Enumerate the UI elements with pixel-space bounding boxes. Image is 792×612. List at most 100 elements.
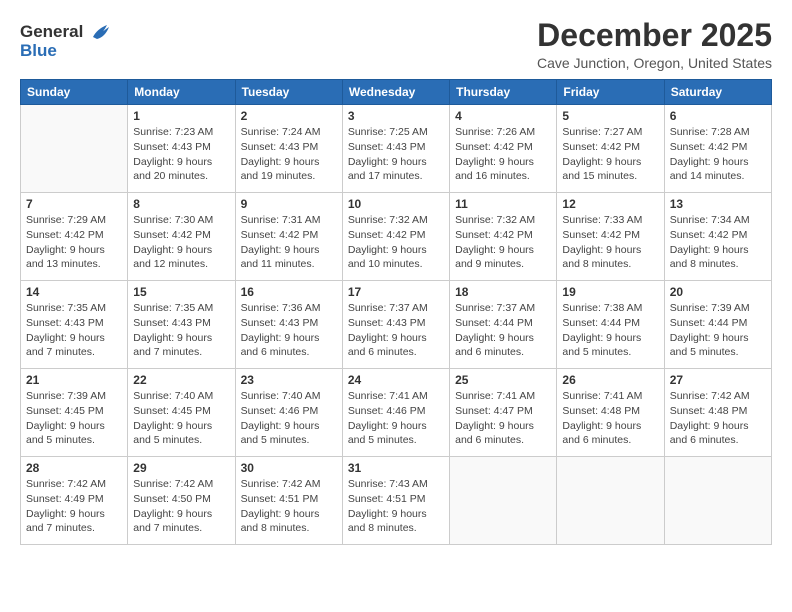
calendar-day-cell: 28 Sunrise: 7:42 AM Sunset: 4:49 PM Dayli… (21, 457, 128, 545)
day-number: 28 (26, 461, 122, 475)
day-info: Sunrise: 7:42 AM Sunset: 4:49 PM Dayligh… (26, 477, 122, 536)
calendar-day-cell: 29 Sunrise: 7:42 AM Sunset: 4:50 PM Dayli… (128, 457, 235, 545)
day-info: Sunrise: 7:26 AM Sunset: 4:42 PM Dayligh… (455, 125, 551, 184)
day-number: 1 (133, 109, 229, 123)
calendar-day-cell: 18Sunrise: 7:37 AM Sunset: 4:44 PM Dayli… (450, 281, 557, 369)
day-number: 19 (562, 285, 658, 299)
page-subtitle: Cave Junction, Oregon, United States (537, 55, 772, 71)
page-container: General Blue December 2025 Cave Junction… (0, 0, 792, 555)
day-number: 31 (348, 461, 444, 475)
day-info: Sunrise: 7:39 AM Sunset: 4:44 PM Dayligh… (670, 301, 766, 360)
calendar-week-row: 14 Sunrise: 7:35 AM Sunset: 4:43 PM Dayli… (21, 281, 772, 369)
calendar-day-cell: 31 Sunrise: 7:43 AM Sunset: 4:51 PM Dayli… (342, 457, 449, 545)
calendar-day-cell: 1 Sunrise: 7:23 AM Sunset: 4:43 PM Daylig… (128, 105, 235, 193)
calendar-day-cell (21, 105, 128, 193)
calendar-day-cell: 23 Sunrise: 7:40 AM Sunset: 4:46 PM Dayli… (235, 369, 342, 457)
day-number: 5 (562, 109, 658, 123)
calendar-day-cell: 13 Sunrise: 7:34 AM Sunset: 4:42 PM Dayli… (664, 193, 771, 281)
day-of-week-header: Friday (557, 80, 664, 105)
calendar-week-row: 1 Sunrise: 7:23 AM Sunset: 4:43 PM Daylig… (21, 105, 772, 193)
header: General Blue December 2025 Cave Junction… (20, 18, 772, 71)
day-info: Sunrise: 7:43 AM Sunset: 4:51 PM Dayligh… (348, 477, 444, 536)
calendar-day-cell: 25Sunrise: 7:41 AM Sunset: 4:47 PM Dayli… (450, 369, 557, 457)
day-number: 8 (133, 197, 229, 211)
calendar-day-cell: 5 Sunrise: 7:27 AM Sunset: 4:42 PM Daylig… (557, 105, 664, 193)
calendar-header: SundayMondayTuesdayWednesdayThursdayFrid… (21, 80, 772, 105)
calendar-day-cell: 3Sunrise: 7:25 AM Sunset: 4:43 PM Daylig… (342, 105, 449, 193)
calendar-day-cell: 22 Sunrise: 7:40 AM Sunset: 4:45 PM Dayli… (128, 369, 235, 457)
title-block: December 2025 Cave Junction, Oregon, Uni… (537, 18, 772, 71)
day-number: 17 (348, 285, 444, 299)
day-info: Sunrise: 7:40 AM Sunset: 4:46 PM Dayligh… (241, 389, 337, 448)
day-info: Sunrise: 7:31 AM Sunset: 4:42 PM Dayligh… (241, 213, 337, 272)
day-of-week-header: Saturday (664, 80, 771, 105)
day-info: Sunrise: 7:39 AM Sunset: 4:45 PM Dayligh… (26, 389, 122, 448)
day-number: 23 (241, 373, 337, 387)
day-info: Sunrise: 7:37 AM Sunset: 4:44 PM Dayligh… (455, 301, 551, 360)
day-info: Sunrise: 7:28 AM Sunset: 4:42 PM Dayligh… (670, 125, 766, 184)
day-number: 29 (133, 461, 229, 475)
calendar-table: SundayMondayTuesdayWednesdayThursdayFrid… (20, 79, 772, 545)
day-of-week-header: Tuesday (235, 80, 342, 105)
calendar-day-cell: 4 Sunrise: 7:26 AM Sunset: 4:42 PM Daylig… (450, 105, 557, 193)
calendar-day-cell: 24 Sunrise: 7:41 AM Sunset: 4:46 PM Dayli… (342, 369, 449, 457)
day-info: Sunrise: 7:41 AM Sunset: 4:48 PM Dayligh… (562, 389, 658, 448)
day-number: 4 (455, 109, 551, 123)
calendar-day-cell: 16 Sunrise: 7:36 AM Sunset: 4:43 PM Dayli… (235, 281, 342, 369)
day-info: Sunrise: 7:40 AM Sunset: 4:45 PM Dayligh… (133, 389, 229, 448)
calendar-day-cell: 20 Sunrise: 7:39 AM Sunset: 4:44 PM Dayli… (664, 281, 771, 369)
day-info: Sunrise: 7:36 AM Sunset: 4:43 PM Dayligh… (241, 301, 337, 360)
day-info: Sunrise: 7:32 AM Sunset: 4:42 PM Dayligh… (348, 213, 444, 272)
day-number: 9 (241, 197, 337, 211)
logo-text: General (20, 22, 112, 43)
calendar-day-cell (450, 457, 557, 545)
calendar-day-cell: 21 Sunrise: 7:39 AM Sunset: 4:45 PM Dayli… (21, 369, 128, 457)
logo: General Blue (20, 22, 112, 60)
calendar-day-cell: 11 Sunrise: 7:32 AM Sunset: 4:42 PM Dayli… (450, 193, 557, 281)
calendar-day-cell: 27Sunrise: 7:42 AM Sunset: 4:48 PM Dayli… (664, 369, 771, 457)
day-number: 20 (670, 285, 766, 299)
day-info: Sunrise: 7:41 AM Sunset: 4:46 PM Dayligh… (348, 389, 444, 448)
calendar-day-cell: 7 Sunrise: 7:29 AM Sunset: 4:42 PM Daylig… (21, 193, 128, 281)
page-title: December 2025 (537, 18, 772, 53)
day-number: 16 (241, 285, 337, 299)
calendar-day-cell: 2Sunrise: 7:24 AM Sunset: 4:43 PM Daylig… (235, 105, 342, 193)
day-info: Sunrise: 7:29 AM Sunset: 4:42 PM Dayligh… (26, 213, 122, 272)
day-of-week-header: Wednesday (342, 80, 449, 105)
calendar-day-cell (557, 457, 664, 545)
calendar-week-row: 28 Sunrise: 7:42 AM Sunset: 4:49 PM Dayli… (21, 457, 772, 545)
day-info: Sunrise: 7:32 AM Sunset: 4:42 PM Dayligh… (455, 213, 551, 272)
day-info: Sunrise: 7:35 AM Sunset: 4:43 PM Dayligh… (133, 301, 229, 360)
calendar-day-cell (664, 457, 771, 545)
day-number: 13 (670, 197, 766, 211)
day-of-week-header: Monday (128, 80, 235, 105)
day-info: Sunrise: 7:42 AM Sunset: 4:51 PM Dayligh… (241, 477, 337, 536)
day-info: Sunrise: 7:38 AM Sunset: 4:44 PM Dayligh… (562, 301, 658, 360)
calendar-day-cell: 10Sunrise: 7:32 AM Sunset: 4:42 PM Dayli… (342, 193, 449, 281)
calendar-day-cell: 8Sunrise: 7:30 AM Sunset: 4:42 PM Daylig… (128, 193, 235, 281)
calendar-day-cell: 17Sunrise: 7:37 AM Sunset: 4:43 PM Dayli… (342, 281, 449, 369)
day-info: Sunrise: 7:42 AM Sunset: 4:50 PM Dayligh… (133, 477, 229, 536)
day-number: 7 (26, 197, 122, 211)
day-number: 14 (26, 285, 122, 299)
day-number: 27 (670, 373, 766, 387)
day-number: 22 (133, 373, 229, 387)
day-info: Sunrise: 7:27 AM Sunset: 4:42 PM Dayligh… (562, 125, 658, 184)
day-info: Sunrise: 7:33 AM Sunset: 4:42 PM Dayligh… (562, 213, 658, 272)
day-info: Sunrise: 7:34 AM Sunset: 4:42 PM Dayligh… (670, 213, 766, 272)
day-number: 25 (455, 373, 551, 387)
day-info: Sunrise: 7:24 AM Sunset: 4:43 PM Dayligh… (241, 125, 337, 184)
calendar-week-row: 21 Sunrise: 7:39 AM Sunset: 4:45 PM Dayli… (21, 369, 772, 457)
calendar-day-cell: 14Sunrise: 7:35 AM Sunset: 4:43 PM Dayli… (21, 281, 128, 369)
day-number: 21 (26, 373, 122, 387)
day-number: 24 (348, 373, 444, 387)
day-info: Sunrise: 7:23 AM Sunset: 4:43 PM Dayligh… (133, 125, 229, 184)
day-number: 30 (241, 461, 337, 475)
calendar-day-cell: 26Sunrise: 7:41 AM Sunset: 4:48 PM Dayli… (557, 369, 664, 457)
day-number: 11 (455, 197, 551, 211)
calendar-week-row: 7 Sunrise: 7:29 AM Sunset: 4:42 PM Daylig… (21, 193, 772, 281)
logo-blue: Blue (20, 41, 112, 61)
calendar-day-cell: 30 Sunrise: 7:42 AM Sunset: 4:51 PM Dayli… (235, 457, 342, 545)
calendar-day-cell: 6Sunrise: 7:28 AM Sunset: 4:42 PM Daylig… (664, 105, 771, 193)
day-number: 3 (348, 109, 444, 123)
